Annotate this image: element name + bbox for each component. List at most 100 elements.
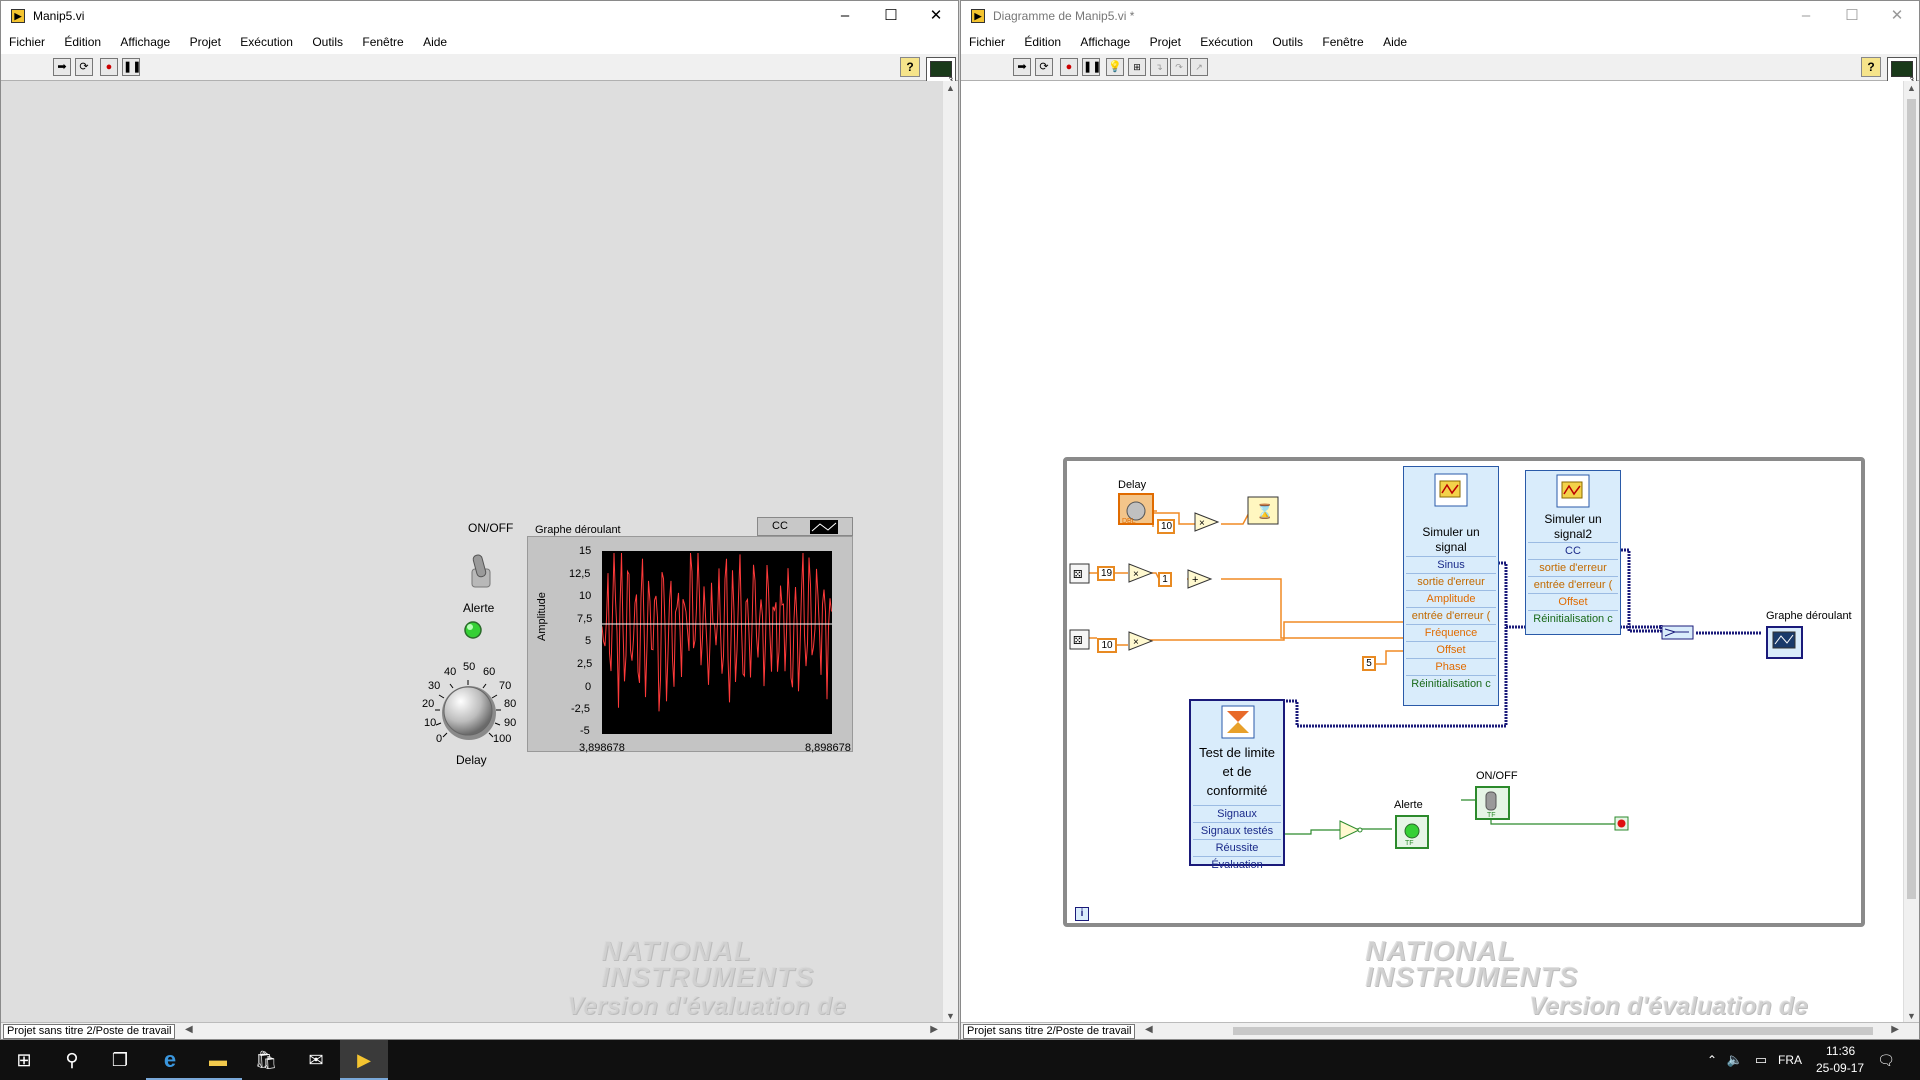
- abort-icon[interactable]: ●: [100, 58, 118, 76]
- scroll-up-icon[interactable]: ▲: [946, 83, 955, 93]
- abort-icon[interactable]: ●: [1060, 58, 1078, 76]
- menu-aide[interactable]: Aide: [1375, 32, 1415, 53]
- scroll-down-icon[interactable]: ▼: [1907, 1011, 1916, 1021]
- front-panel-canvas[interactable]: ON/OFF Alerte 0 10 20 30 40 50 60 70 80 …: [1, 81, 942, 1023]
- menu-edition[interactable]: Édition: [56, 32, 109, 53]
- add-node[interactable]: +: [1187, 569, 1213, 589]
- chart-terminal[interactable]: [1766, 626, 1804, 660]
- sim1-term-phase[interactable]: Phase: [1406, 658, 1496, 675]
- project-path[interactable]: Projet sans titre 2/Poste de travail: [963, 1024, 1136, 1039]
- simulate-signal2-node[interactable]: Simuler un signal2 CC sortie d'erreur en…: [1525, 470, 1621, 635]
- not-node[interactable]: [1339, 820, 1363, 840]
- step-over-icon[interactable]: ↷: [1170, 58, 1188, 76]
- sim1-term-sortie-erreur[interactable]: sortie d'erreur: [1406, 573, 1496, 590]
- retain-wire-values-icon[interactable]: ⊞: [1128, 58, 1146, 76]
- random-number-node-2[interactable]: ⚄: [1069, 629, 1091, 651]
- random-number-node-1[interactable]: ⚄: [1069, 563, 1091, 585]
- menu-edition[interactable]: Édition: [1016, 32, 1069, 53]
- sim1-term-reinit[interactable]: Réinitialisation c: [1406, 675, 1496, 692]
- menu-aide[interactable]: Aide: [415, 32, 455, 53]
- sim2-term-offset[interactable]: Offset: [1528, 593, 1618, 610]
- alerte-terminal[interactable]: TF: [1394, 814, 1432, 852]
- maximize-icon[interactable]: ☐: [869, 3, 913, 29]
- menu-execution[interactable]: Exécution: [232, 32, 301, 53]
- menu-outils[interactable]: Outils: [1264, 32, 1311, 53]
- limit-test-node[interactable]: Test de limite et de conformité Signaux …: [1189, 699, 1285, 871]
- sim2-term-entree-erreur[interactable]: entrée d'erreur (: [1528, 576, 1618, 593]
- task-view-icon[interactable]: ❐: [96, 1040, 144, 1080]
- menu-execution[interactable]: Exécution: [1192, 32, 1261, 53]
- run-arrow-icon[interactable]: ➡: [1013, 58, 1031, 76]
- simulate-signal-node[interactable]: Simuler un signal Sinus sortie d'erreur …: [1403, 466, 1499, 706]
- const-10-b[interactable]: 10: [1097, 638, 1117, 653]
- menu-fichier[interactable]: Fichier: [1, 32, 53, 53]
- limit-term-signaux[interactable]: Signaux: [1193, 805, 1281, 822]
- menu-affichage[interactable]: Affichage: [112, 32, 178, 53]
- const-1[interactable]: 1: [1158, 572, 1172, 587]
- block-diagram-window[interactable]: ▶ Diagramme de Manip5.vi * – ☐ ✕ Fichier…: [960, 0, 1920, 1040]
- menu-fenetre[interactable]: Fenêtre: [1314, 32, 1371, 53]
- project-path[interactable]: Projet sans titre 2/Poste de travail: [3, 1024, 176, 1039]
- hscroll-left-icon[interactable]: ◀: [185, 1024, 193, 1035]
- pause-icon[interactable]: ❚❚: [122, 58, 141, 76]
- menu-projet[interactable]: Projet: [1142, 32, 1189, 53]
- file-explorer-icon[interactable]: ▬: [194, 1040, 242, 1080]
- title-bar[interactable]: ▶ Diagramme de Manip5.vi * – ☐ ✕: [961, 1, 1919, 31]
- sim1-term-entree-erreur[interactable]: entrée d'erreur (: [1406, 607, 1496, 624]
- hscroll-right-icon[interactable]: ▶: [930, 1024, 938, 1035]
- sim2-term-reinit[interactable]: Réinitialisation c: [1528, 610, 1618, 627]
- front-panel-window[interactable]: ▶ Manip5.vi – ☐ ✕ Fichier Édition Affich…: [0, 0, 959, 1040]
- edge-browser-icon[interactable]: e: [146, 1040, 194, 1080]
- chart-plot-area[interactable]: [602, 551, 832, 734]
- labview-taskbar-icon[interactable]: ▶: [340, 1040, 388, 1080]
- const-5[interactable]: 5: [1362, 656, 1376, 671]
- block-diagram-canvas[interactable]: Delay DBL 10 × ⌛ ⚄ 19 × 1 + ⚄ 10 × 5 Sim…: [961, 81, 1903, 1023]
- wait-ms-node[interactable]: ⌛: [1247, 496, 1281, 526]
- multiply-node-1[interactable]: ×: [1194, 512, 1220, 532]
- network-icon[interactable]: ▭: [1750, 1040, 1772, 1080]
- menu-fichier[interactable]: Fichier: [961, 32, 1013, 53]
- step-into-icon[interactable]: ↴: [1150, 58, 1168, 76]
- clock-time[interactable]: 11:36: [1826, 1044, 1855, 1058]
- scroll-down-icon[interactable]: ▼: [946, 1011, 955, 1021]
- menu-outils[interactable]: Outils: [304, 32, 351, 53]
- context-help-icon[interactable]: ?: [1861, 57, 1881, 77]
- sim2-term-sortie-erreur[interactable]: sortie d'erreur: [1528, 559, 1618, 576]
- title-bar[interactable]: ▶ Manip5.vi – ☐ ✕: [1, 1, 958, 31]
- start-windows-icon[interactable]: ⊞: [0, 1040, 48, 1080]
- mail-icon[interactable]: ✉: [292, 1040, 340, 1080]
- tray-chevron-icon[interactable]: ⌃: [1702, 1040, 1722, 1080]
- notifications-icon[interactable]: 🗨: [1866, 1040, 1906, 1080]
- menu-projet[interactable]: Projet: [182, 32, 229, 53]
- sim1-term-sinus[interactable]: Sinus: [1406, 556, 1496, 573]
- vertical-scrollbar[interactable]: ▲ ▼: [942, 81, 958, 1023]
- run-continuously-icon[interactable]: ⟳: [1035, 58, 1053, 76]
- delay-knob[interactable]: [419, 661, 539, 761]
- pause-icon[interactable]: ❚❚: [1082, 58, 1101, 76]
- horizontal-scroll-thumb[interactable]: [1233, 1027, 1873, 1035]
- run-continuously-icon[interactable]: ⟳: [75, 58, 93, 76]
- run-arrow-icon[interactable]: ➡: [53, 58, 71, 76]
- loop-stop-terminal[interactable]: [1614, 816, 1630, 832]
- plot-legend[interactable]: CC: [757, 517, 853, 536]
- limit-term-reussite[interactable]: Réussite: [1193, 839, 1281, 856]
- scroll-up-icon[interactable]: ▲: [1907, 83, 1916, 93]
- search-icon[interactable]: ⚲: [48, 1040, 96, 1080]
- volume-icon[interactable]: 🔈: [1724, 1040, 1746, 1080]
- step-out-icon[interactable]: ↗: [1190, 58, 1208, 76]
- limit-term-evaluation[interactable]: Évaluation: [1193, 856, 1281, 873]
- sim1-term-amplitude[interactable]: Amplitude: [1406, 590, 1496, 607]
- delay-knob-terminal[interactable]: DBL: [1118, 493, 1156, 527]
- vertical-scroll-thumb[interactable]: [1907, 99, 1916, 899]
- menu-fenetre[interactable]: Fenêtre: [354, 32, 411, 53]
- highlight-execution-icon[interactable]: 💡: [1106, 58, 1124, 76]
- onoff-terminal[interactable]: TF: [1474, 785, 1512, 823]
- onoff-switch[interactable]: [466, 551, 496, 591]
- sim2-term-cc[interactable]: CC: [1528, 542, 1618, 559]
- hscroll-left-icon[interactable]: ◀: [1145, 1024, 1153, 1035]
- multiply-node-2[interactable]: ×: [1128, 563, 1154, 583]
- minimize-icon[interactable]: –: [1784, 3, 1828, 29]
- multiply-node-3[interactable]: ×: [1128, 631, 1154, 651]
- clock-date[interactable]: 25-09-17: [1816, 1061, 1864, 1075]
- limit-term-signaux-testes[interactable]: Signaux testés: [1193, 822, 1281, 839]
